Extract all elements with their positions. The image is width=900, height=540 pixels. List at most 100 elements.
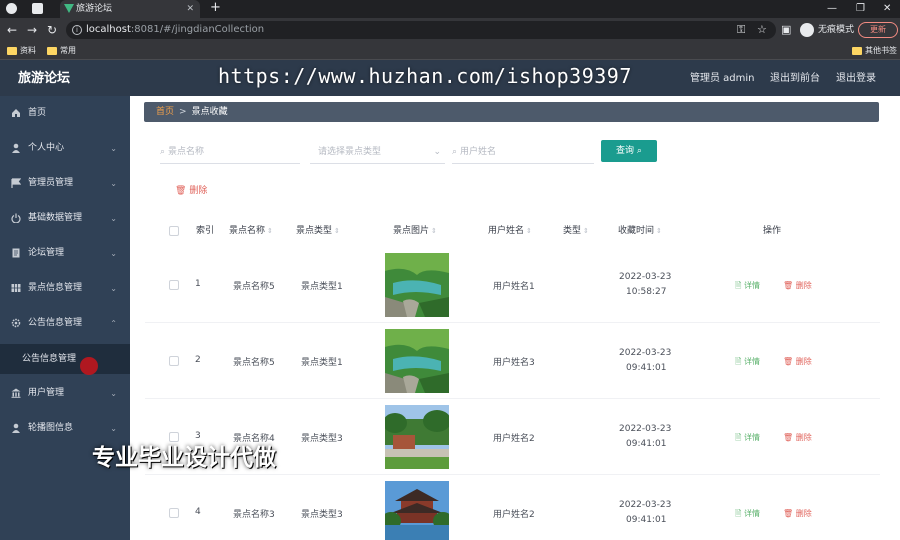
row-checkbox[interactable]	[169, 432, 179, 442]
sidebar-item-users[interactable]: 用户管理 ⌄	[0, 376, 130, 411]
sidebar-item-scenic-info[interactable]: 景点信息管理 ⌄	[0, 271, 130, 306]
query-button[interactable]: 查询 ⌕	[601, 140, 657, 162]
sidebar-item-notice-info[interactable]: 公告信息管理 ⌃	[0, 306, 130, 341]
cell-collect-time: 09:41:01	[626, 363, 667, 373]
sidebar-item-personal[interactable]: 个人中心 ⌄	[0, 131, 130, 166]
detail-button[interactable]: 🗎 详情	[735, 432, 760, 446]
row-checkbox[interactable]	[169, 508, 179, 518]
current-user: 管理员 admin	[690, 73, 755, 84]
trash-icon: 🗑	[783, 509, 794, 518]
sort-icon[interactable]: ⇕	[656, 227, 662, 235]
user-icon	[12, 423, 20, 433]
scenic-name-search-input[interactable]: ⌕ 景点名称	[160, 140, 300, 164]
bookmark-folder[interactable]: 常用	[47, 42, 76, 60]
sidebar-item-basic-data[interactable]: 基础数据管理 ⌄	[0, 201, 130, 236]
site-info-icon[interactable]: i	[72, 25, 82, 35]
breadcrumb-home-link[interactable]: 首页	[156, 107, 174, 117]
cell-collect-date: 2022-03-23	[619, 272, 672, 282]
sidebar-item-admins[interactable]: 管理员管理 ⌄	[0, 166, 130, 201]
detail-label: 详情	[743, 281, 760, 290]
sidebar-item-forum[interactable]: 论坛管理 ⌄	[0, 236, 130, 271]
other-bookmarks[interactable]: 其他书签	[852, 42, 897, 60]
select-all-checkbox[interactable]	[169, 226, 179, 236]
search-placeholder: 景点名称	[168, 147, 205, 157]
sidebar-item-carousel[interactable]: 轮播图信息 ⌄	[0, 411, 130, 446]
cell-collect-date: 2022-03-23	[619, 348, 672, 358]
scenic-photo[interactable]	[385, 329, 449, 393]
key-icon[interactable]: ⚿	[737, 18, 745, 42]
exit-to-frontend-link[interactable]: 退出到前台	[770, 60, 820, 98]
scenic-type-select[interactable]: 请选择景点类型 ⌄	[310, 140, 445, 164]
column-header-photo[interactable]: 景点图片 ⇕	[393, 218, 437, 244]
column-header-kind[interactable]: 类型 ⇕	[563, 218, 589, 244]
browser-tab[interactable]: 旅游论坛 ✕	[60, 0, 200, 18]
delete-label: 删除	[795, 509, 812, 518]
user-name-search-input[interactable]: ⌕ 用户姓名	[452, 140, 594, 164]
search-icon: ⌕	[452, 147, 458, 157]
detail-button[interactable]: 🗎 详情	[735, 280, 760, 294]
maximize-icon[interactable]: ❐	[856, 0, 865, 18]
column-header-name[interactable]: 景点名称 ⇕	[229, 218, 273, 244]
sidebar-item-label: 管理员管理	[28, 178, 74, 188]
back-icon[interactable]: ←	[7, 18, 17, 42]
chevron-down-icon: ⌄	[110, 249, 117, 258]
delete-button[interactable]: 🗑 删除	[783, 508, 812, 519]
chevron-down-icon: ⌄	[110, 144, 117, 153]
table-row: 4 景点名称3 景点类型3 用户姓名2 2022-03-23 09:41:01 …	[145, 475, 880, 540]
minimize-icon[interactable]: —	[827, 0, 837, 18]
incognito-avatar-icon[interactable]	[800, 23, 814, 37]
detail-button[interactable]: 🗎 详情	[735, 508, 760, 522]
folder-icon	[7, 47, 17, 55]
close-window-icon[interactable]: ✕	[883, 0, 891, 18]
sort-icon[interactable]: ⇕	[431, 227, 437, 235]
cell-collect-time: 09:41:01	[626, 439, 667, 449]
close-tab-icon[interactable]: ✕	[186, 0, 194, 18]
new-tab-button[interactable]: +	[210, 0, 221, 16]
scenic-photo[interactable]	[385, 253, 449, 317]
table-header: 索引 景点名称 ⇕ 景点类型 ⇕ 景点图片 ⇕ 用户姓名 ⇕ 类型 ⇕ 收藏时间 ⇕ 操作	[145, 218, 880, 244]
document-icon: 🗎	[735, 281, 742, 290]
detail-button[interactable]: 🗎 详情	[735, 356, 760, 370]
star-icon[interactable]: ☆	[757, 18, 767, 42]
browser-toolbar: ← → ↻ i localhost:8081/#/jingdianCollect…	[0, 18, 900, 42]
delete-label: 删除	[795, 357, 812, 366]
sort-icon[interactable]: ⇕	[267, 227, 273, 235]
row-checkbox[interactable]	[169, 356, 179, 366]
column-header-user[interactable]: 用户姓名 ⇕	[488, 218, 532, 244]
cell-index: 3	[195, 431, 201, 441]
sort-icon[interactable]: ⇕	[526, 227, 532, 235]
cell-collect-date: 2022-03-23	[619, 424, 672, 434]
delete-button[interactable]: 🗑 删除	[783, 356, 812, 367]
sort-icon[interactable]: ⇕	[583, 227, 589, 235]
scenic-photo[interactable]	[385, 405, 449, 469]
search-icon: ⌕	[160, 147, 166, 157]
chevron-down-icon: ⌄	[433, 147, 441, 157]
chevron-down-icon: ⌄	[110, 179, 117, 188]
cell-scenic-type: 景点类型3	[301, 510, 343, 520]
forward-icon[interactable]: →	[27, 18, 37, 42]
chevron-down-icon: ⌄	[110, 214, 117, 223]
row-checkbox[interactable]	[169, 280, 179, 290]
delete-button[interactable]: 🗑 删除	[783, 280, 812, 291]
cell-collect-date: 2022-03-23	[619, 500, 672, 510]
reload-icon[interactable]: ↻	[47, 18, 57, 42]
cell-scenic-type: 景点类型1	[301, 282, 343, 292]
delete-button[interactable]: 🗑 删除	[783, 432, 812, 443]
address-bar[interactable]: i localhost:8081/#/jingdianCollection	[66, 21, 776, 39]
sort-icon[interactable]: ⇕	[334, 227, 340, 235]
logout-link[interactable]: 退出登录	[836, 60, 876, 98]
sidebar-item-label: 首页	[28, 108, 47, 118]
update-button[interactable]: 更新	[858, 22, 898, 38]
pinned-tab-icon[interactable]	[32, 3, 43, 14]
sidebar-item-home[interactable]: 首页	[0, 96, 130, 131]
scenic-photo[interactable]	[385, 481, 449, 540]
column-header-type[interactable]: 景点类型 ⇕	[296, 218, 340, 244]
side-panel-icon[interactable]: ▣	[781, 18, 791, 42]
submenu-item-notice-management[interactable]: 公告信息管理	[0, 344, 130, 374]
column-header-time[interactable]: 收藏时间 ⇕	[618, 218, 662, 244]
pinned-tab-icon[interactable]	[6, 3, 17, 14]
cell-collect-time: 09:41:01	[626, 515, 667, 525]
chevron-down-icon: ⌄	[110, 284, 117, 293]
batch-delete-button[interactable]: 🗑 删除	[175, 184, 207, 198]
bookmark-folder[interactable]: 资料	[7, 42, 36, 60]
